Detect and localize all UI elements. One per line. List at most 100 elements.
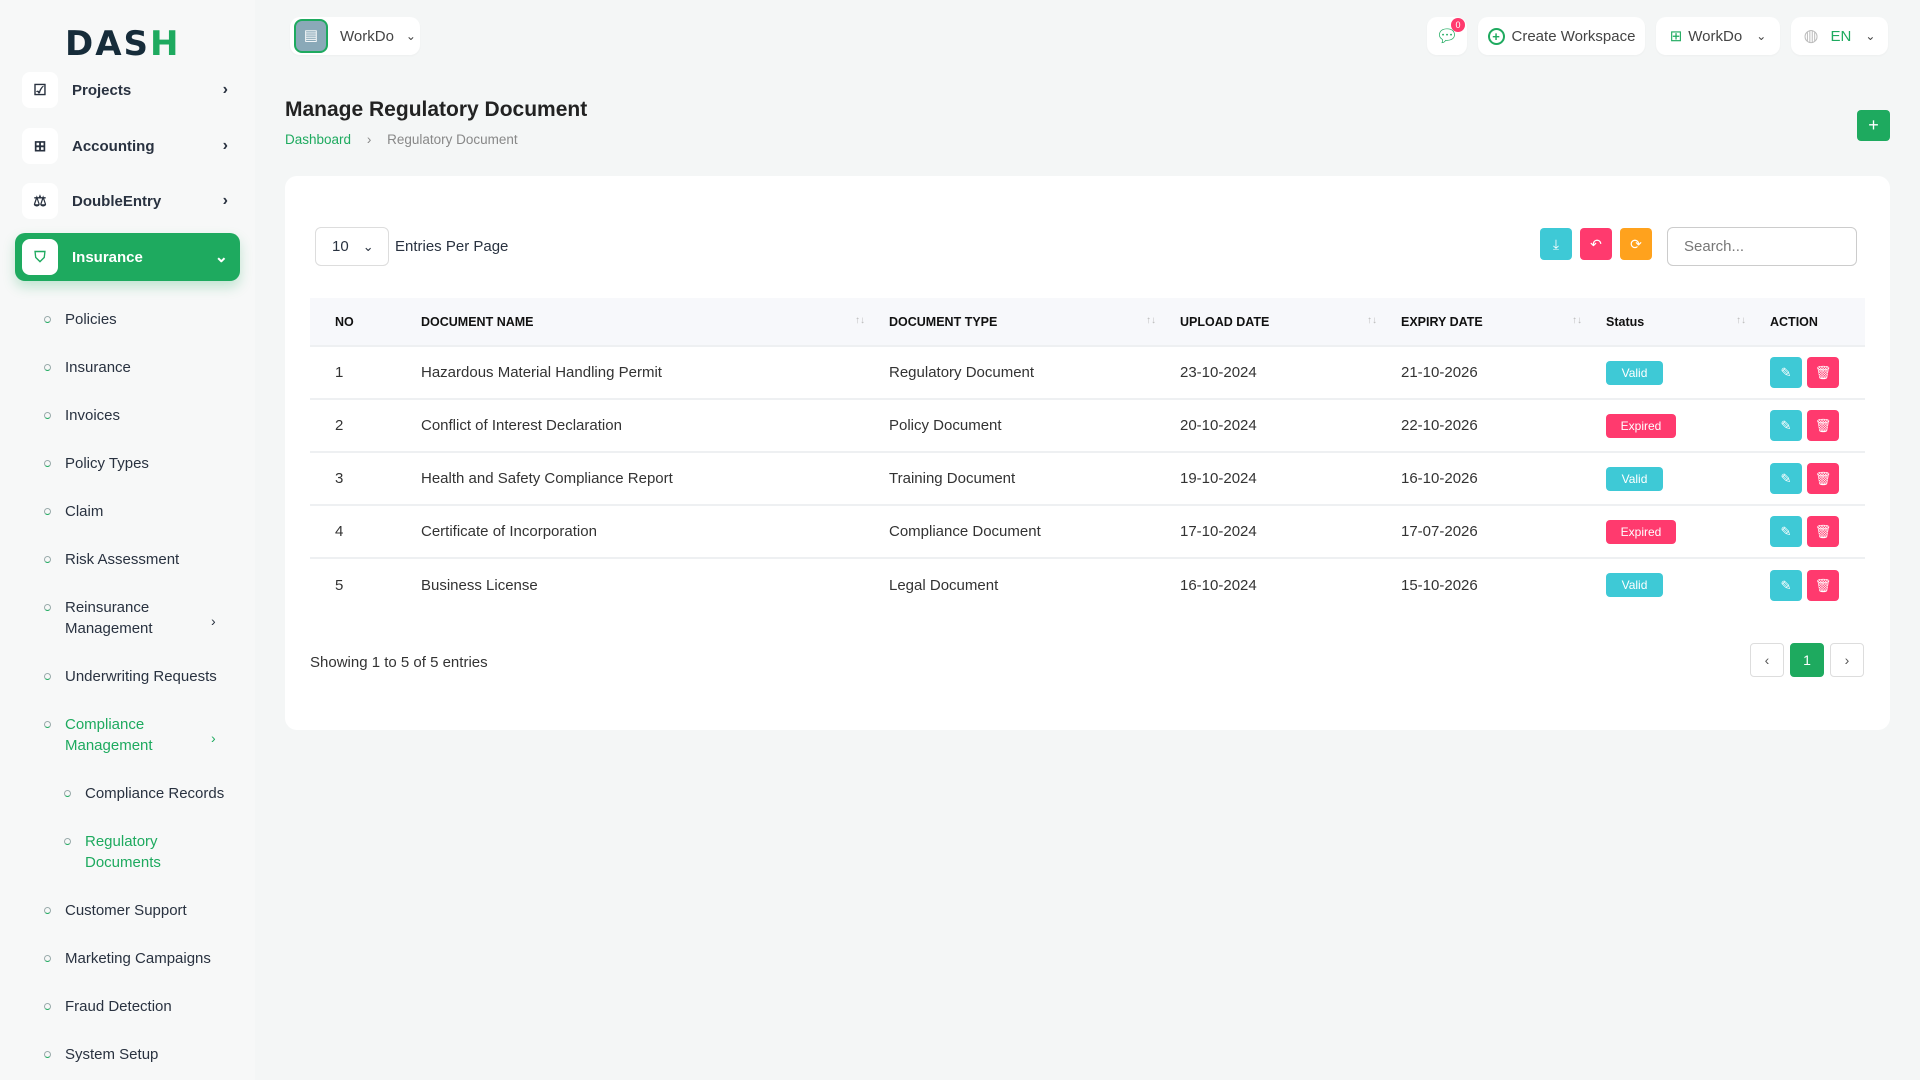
sort-icon[interactable]: ↑↓ xyxy=(1736,315,1746,326)
cell-upload: 17-10-2024 xyxy=(1170,505,1391,558)
cell-upload: 23-10-2024 xyxy=(1170,346,1391,399)
sidebar-subitem[interactable]: Underwriting Requests xyxy=(65,666,217,687)
bullet-icon xyxy=(44,907,51,914)
scale-icon: ⚖ xyxy=(22,183,58,219)
edit-icon[interactable]: ✎ xyxy=(1770,410,1802,441)
search-input[interactable] xyxy=(1667,227,1857,266)
chevron-down-icon: ⌄ xyxy=(406,29,416,43)
chevron-right-icon: › xyxy=(223,192,228,210)
cell-type: Policy Document xyxy=(879,399,1170,452)
bullet-icon xyxy=(44,721,51,728)
sidebar-item-accounting[interactable]: ⊞Accounting› xyxy=(22,123,240,169)
edit-icon[interactable]: ✎ xyxy=(1770,570,1802,601)
table-row: 3Health and Safety Compliance ReportTrai… xyxy=(310,452,1865,505)
add-button[interactable]: + xyxy=(1857,110,1890,141)
sidebar-item-projects[interactable]: ☑Projects› xyxy=(22,67,240,113)
refresh-icon: ⟳ xyxy=(1630,236,1642,253)
logo[interactable]: DASH xyxy=(65,24,181,64)
cell-name: Business License xyxy=(411,558,879,611)
sidebar-subitem[interactable]: Regulatory Documents xyxy=(85,831,185,873)
sidebar-item-insurance[interactable]: ⛉Insurance⌄ xyxy=(15,233,240,281)
sidebar-subitem[interactable]: Policy Types xyxy=(65,453,149,474)
workspace-selector[interactable]: ▤ WorkDo ⌄ xyxy=(290,17,420,55)
sidebar-item-doubleentry[interactable]: ⚖ DoubleEntry › xyxy=(22,178,240,224)
column-header[interactable]: Status ↑↓ xyxy=(1596,298,1760,346)
breadcrumb: Dashboard › Regulatory Document xyxy=(285,132,518,147)
download-icon: ⤓ xyxy=(1553,236,1559,253)
subitem-label: Invoices xyxy=(65,407,120,424)
entries-label: Entries Per Page xyxy=(395,238,508,255)
cell-action: ✎🗑︎ xyxy=(1760,505,1865,558)
delete-icon[interactable]: 🗑︎ xyxy=(1807,570,1839,601)
refresh-button[interactable]: ⟳ xyxy=(1620,228,1652,260)
nav-label: Insurance xyxy=(72,249,143,266)
edit-icon[interactable]: ✎ xyxy=(1770,357,1802,388)
header-label: ACTION xyxy=(1770,315,1818,329)
sidebar-subitem[interactable]: Marketing Campaigns xyxy=(65,948,211,969)
sidebar-subitem[interactable]: System Setup xyxy=(65,1044,158,1065)
sidebar-subitem[interactable]: Customer Support xyxy=(65,900,187,921)
subitem-label: Compliance Records xyxy=(85,785,224,802)
cell-no: 5 xyxy=(310,558,411,611)
cell-status: Valid xyxy=(1596,452,1760,505)
chevron-down-icon: ⌄ xyxy=(215,247,228,267)
sidebar-subitem[interactable]: Insurance xyxy=(65,357,131,378)
cell-upload: 20-10-2024 xyxy=(1170,399,1391,452)
export-button[interactable]: ⤓ xyxy=(1540,228,1572,260)
cell-action: ✎🗑︎ xyxy=(1760,346,1865,399)
messages-button[interactable]: 💬︎ 0 xyxy=(1427,17,1467,55)
delete-icon[interactable]: 🗑︎ xyxy=(1807,516,1839,547)
edit-icon[interactable]: ✎ xyxy=(1770,463,1802,494)
prev-page-button[interactable]: ‹ xyxy=(1750,643,1784,677)
language-label: EN xyxy=(1830,28,1851,45)
chevron-right-icon: › xyxy=(223,81,228,99)
reset-button[interactable]: ↶ xyxy=(1580,228,1612,260)
sidebar-subitem[interactable]: Fraud Detection xyxy=(65,996,172,1017)
cell-action: ✎🗑︎ xyxy=(1760,452,1865,505)
cell-status: Valid xyxy=(1596,558,1760,611)
breadcrumb-dashboard[interactable]: Dashboard xyxy=(285,132,351,147)
bullet-icon xyxy=(64,790,71,797)
sort-icon[interactable]: ↑↓ xyxy=(1146,315,1156,326)
sidebar-subitem[interactable]: Compliance Records xyxy=(85,783,224,804)
sidebar-subitem[interactable]: Risk Assessment xyxy=(65,549,179,570)
sidebar-subitem[interactable]: Claim xyxy=(65,501,103,522)
chevron-left-icon: ‹ xyxy=(1765,652,1770,668)
column-header[interactable]: DOCUMENT NAME↑↓ xyxy=(411,298,879,346)
header-label: Status xyxy=(1606,315,1644,329)
delete-icon[interactable]: 🗑︎ xyxy=(1807,357,1839,388)
column-header[interactable]: EXPIRY DATE ↑↓ xyxy=(1391,298,1596,346)
cell-expiry: 21-10-2026 xyxy=(1391,346,1596,399)
bullet-icon xyxy=(44,1051,51,1058)
sort-icon[interactable]: ↑↓ xyxy=(855,315,865,326)
delete-icon[interactable]: 🗑︎ xyxy=(1807,410,1839,441)
sort-icon[interactable]: ↑↓ xyxy=(1572,315,1582,326)
table-row: 2Conflict of Interest DeclarationPolicy … xyxy=(310,399,1865,452)
bullet-icon xyxy=(44,556,51,563)
cell-name: Hazardous Material Handling Permit xyxy=(411,346,879,399)
column-header[interactable]: UPLOAD DATE↑↓ xyxy=(1170,298,1391,346)
sidebar-subitem[interactable]: Compliance Management› xyxy=(65,714,175,756)
page-1-button[interactable]: 1 xyxy=(1790,643,1824,677)
page-title: Manage Regulatory Document xyxy=(285,98,587,122)
language-selector[interactable]: ◍ EN ⌄ xyxy=(1791,17,1888,55)
workspace-menu[interactable]: ⊞ WorkDo ⌄ xyxy=(1656,17,1780,55)
create-workspace-label: Create Workspace xyxy=(1512,28,1636,45)
table-row: 1Hazardous Material Handling PermitRegul… xyxy=(310,346,1865,399)
header-label: EXPIRY DATE xyxy=(1401,315,1483,329)
create-workspace-button[interactable]: + Create Workspace xyxy=(1478,17,1645,55)
nav-label: DoubleEntry xyxy=(72,193,161,210)
sidebar-subitem[interactable]: Invoices xyxy=(65,405,120,426)
entries-per-page-select[interactable]: 10⌄ xyxy=(315,227,389,266)
bullet-icon xyxy=(44,364,51,371)
sort-icon[interactable]: ↑↓ xyxy=(1367,315,1377,326)
column-header[interactable]: NO xyxy=(310,298,411,346)
next-page-button[interactable]: › xyxy=(1830,643,1864,677)
edit-icon[interactable]: ✎ xyxy=(1770,516,1802,547)
sidebar-subitem[interactable]: Policies xyxy=(65,309,117,330)
delete-icon[interactable]: 🗑︎ xyxy=(1807,463,1839,494)
column-header[interactable]: DOCUMENT TYPE↑↓ xyxy=(879,298,1170,346)
chevron-right-icon: › xyxy=(211,728,216,749)
sidebar-subitem[interactable]: Reinsurance Management› xyxy=(65,597,175,639)
chevron-down-icon: ⌄ xyxy=(363,239,374,255)
